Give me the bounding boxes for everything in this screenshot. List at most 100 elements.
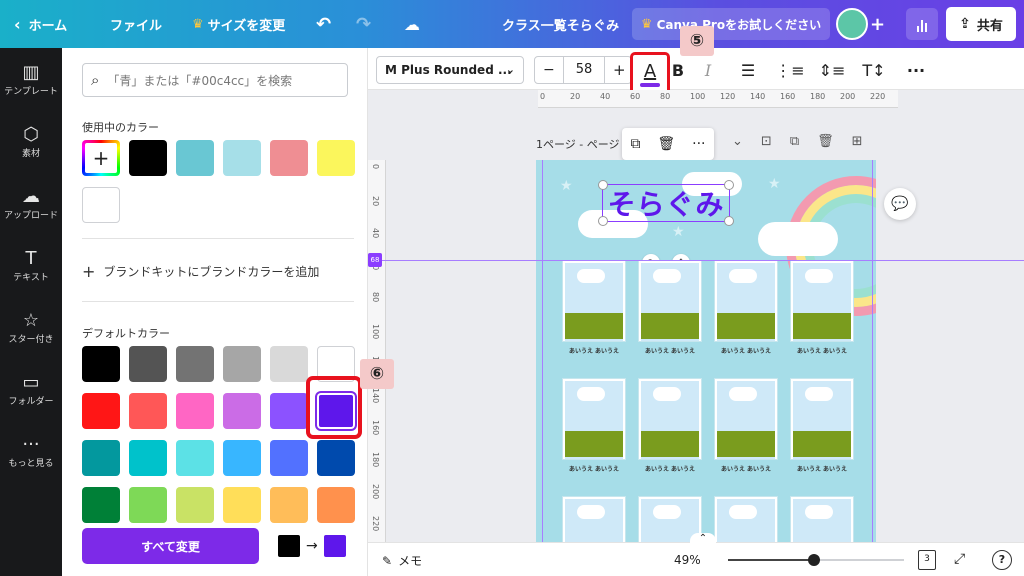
insights-button[interactable] bbox=[906, 8, 938, 40]
redo-icon[interactable]: ↷ bbox=[356, 0, 371, 48]
duplicate-icon[interactable]: ⧉ bbox=[630, 136, 640, 152]
font-size-stepper[interactable]: − 58 + bbox=[534, 56, 632, 84]
list-icon[interactable]: ⋮≡ bbox=[775, 56, 804, 84]
duplicate-page-icon[interactable]: ⧉ bbox=[790, 134, 799, 149]
resize-button[interactable]: ♛ サイズを変更 bbox=[192, 0, 285, 48]
default-color-swatch[interactable] bbox=[82, 487, 120, 523]
text-effects-icon[interactable]: T↕ bbox=[860, 56, 888, 84]
resize-handle[interactable] bbox=[724, 180, 734, 190]
default-color-swatch[interactable] bbox=[223, 440, 261, 476]
zoom-slider-thumb[interactable] bbox=[808, 554, 821, 566]
zoom-slider[interactable] bbox=[728, 554, 904, 566]
more-options-icon[interactable]: ··· bbox=[902, 56, 930, 84]
undo-icon[interactable]: ↶ bbox=[316, 0, 331, 48]
chevron-down-icon[interactable]: ⌄ bbox=[732, 134, 743, 149]
default-color-swatch[interactable] bbox=[223, 346, 261, 382]
sidebar-item-templates[interactable]: ▥ テンプレート bbox=[0, 62, 62, 97]
avatar[interactable] bbox=[836, 8, 868, 40]
sidebar-item-text[interactable]: T テキスト bbox=[0, 248, 62, 283]
lock-icon[interactable]: ⊡ bbox=[761, 134, 772, 149]
card-caption[interactable]: あいうえ あいうえ bbox=[711, 346, 781, 355]
photo-frame[interactable] bbox=[638, 260, 702, 342]
home-button[interactable]: ‹ ホーム bbox=[14, 0, 67, 48]
sidebar-item-more[interactable]: ··· もっと見る bbox=[0, 434, 62, 469]
fullscreen-icon[interactable]: ⤢ bbox=[954, 551, 965, 567]
resize-handle[interactable] bbox=[598, 216, 608, 226]
default-color-swatch[interactable] bbox=[176, 393, 214, 429]
card-caption[interactable]: あいうえ あいうえ bbox=[787, 346, 857, 355]
used-color-swatch[interactable] bbox=[223, 140, 261, 176]
apply-all-button[interactable]: すべて変更 bbox=[82, 528, 259, 564]
design-page[interactable]: ★ ★ ★ そらぐみ ⟳ ✥ あいうえ あいうえあいうえ あいうえあいうえ あい… bbox=[536, 160, 876, 542]
default-color-swatch[interactable] bbox=[223, 393, 261, 429]
photo-frame[interactable] bbox=[562, 378, 626, 460]
canvas-workspace[interactable]: 020406080100120140160180200220 020406080… bbox=[368, 90, 1024, 542]
used-color-swatch[interactable] bbox=[317, 140, 355, 176]
default-color-swatch[interactable] bbox=[82, 393, 120, 429]
notes-button[interactable]: ✎ メモ bbox=[382, 552, 422, 569]
title-text[interactable]: そらぐみ bbox=[608, 183, 725, 223]
delete-page-icon[interactable]: 🗑 bbox=[817, 134, 834, 149]
used-color-swatch[interactable] bbox=[129, 140, 167, 176]
photo-frame[interactable] bbox=[562, 260, 626, 342]
card-caption[interactable]: あいうえ あいうえ bbox=[711, 464, 781, 473]
line-spacing-icon[interactable]: ⇕≡ bbox=[818, 56, 846, 84]
decrease-size-button[interactable]: − bbox=[543, 62, 555, 78]
cloud-saved-icon[interactable]: ☁ bbox=[404, 0, 420, 48]
default-color-swatch[interactable] bbox=[270, 346, 308, 382]
sidebar-item-uploads[interactable]: ☁ アップロード bbox=[0, 186, 62, 221]
photo-frame[interactable] bbox=[638, 378, 702, 460]
italic-button[interactable]: I bbox=[694, 56, 722, 84]
bold-button[interactable]: B bbox=[664, 56, 692, 84]
default-color-swatch[interactable] bbox=[82, 440, 120, 476]
more-icon[interactable]: ··· bbox=[692, 136, 705, 152]
card-caption[interactable]: あいうえ あいうえ bbox=[559, 346, 629, 355]
card-caption[interactable]: あいうえ あいうえ bbox=[559, 464, 629, 473]
file-menu[interactable]: ファイル bbox=[110, 0, 162, 48]
add-collaborator-icon[interactable]: + bbox=[870, 14, 885, 35]
resize-handle[interactable] bbox=[724, 216, 734, 226]
font-select[interactable]: M Plus Rounded ... ⌄ bbox=[376, 56, 524, 84]
comment-button[interactable]: 💬 bbox=[884, 188, 916, 220]
resize-handle[interactable] bbox=[598, 180, 608, 190]
photo-frame[interactable] bbox=[714, 496, 778, 542]
default-color-swatch[interactable] bbox=[270, 393, 308, 429]
photo-frame[interactable] bbox=[562, 496, 626, 542]
used-color-swatch[interactable] bbox=[270, 140, 308, 176]
card-caption[interactable]: あいうえ あいうえ bbox=[635, 464, 705, 473]
add-page-icon[interactable]: ⊞ bbox=[852, 134, 863, 149]
photo-frame[interactable] bbox=[714, 378, 778, 460]
default-color-swatch[interactable] bbox=[223, 487, 261, 523]
sidebar-item-elements[interactable]: ⬡ 素材 bbox=[0, 124, 62, 159]
add-brand-colors-link[interactable]: + ブランドキットにブランドカラーを追加 bbox=[82, 262, 319, 281]
share-button[interactable]: ⇪ 共有 bbox=[946, 7, 1016, 41]
photo-frame[interactable] bbox=[790, 496, 854, 542]
default-color-swatch[interactable] bbox=[129, 346, 167, 382]
card-caption[interactable]: あいうえ あいうえ bbox=[787, 464, 857, 473]
title-text-box[interactable]: そらぐみ bbox=[598, 180, 734, 226]
font-size-value[interactable]: 58 bbox=[563, 57, 605, 83]
used-color-swatch[interactable] bbox=[82, 187, 120, 223]
default-color-swatch[interactable] bbox=[270, 440, 308, 476]
default-color-swatch[interactable] bbox=[176, 346, 214, 382]
show-pages-icon[interactable]: ⌃ bbox=[690, 533, 716, 547]
sidebar-item-starred[interactable]: ☆ スター付き bbox=[0, 310, 62, 345]
default-color-swatch[interactable] bbox=[129, 393, 167, 429]
trash-icon[interactable]: 🗑 bbox=[657, 136, 675, 152]
used-color-swatch[interactable] bbox=[176, 140, 214, 176]
help-icon[interactable]: ? bbox=[992, 550, 1012, 570]
increase-size-button[interactable]: + bbox=[613, 61, 626, 79]
photo-frame[interactable] bbox=[790, 260, 854, 342]
align-center-icon[interactable]: ☰ bbox=[734, 56, 762, 84]
page-count-button[interactable]: 3 bbox=[918, 550, 936, 570]
add-color-button[interactable]: + bbox=[82, 140, 120, 176]
sidebar-item-folders[interactable]: ▭ フォルダー bbox=[0, 372, 62, 407]
color-search-input[interactable]: ⌕ 「青」または「#00c4cc」を検索 bbox=[82, 63, 348, 97]
default-color-swatch[interactable] bbox=[317, 487, 355, 523]
default-color-swatch[interactable] bbox=[82, 346, 120, 382]
card-caption[interactable]: あいうえ あいうえ bbox=[635, 346, 705, 355]
default-color-swatch[interactable] bbox=[129, 487, 167, 523]
photo-frame[interactable] bbox=[714, 260, 778, 342]
try-pro-button[interactable]: ♛ Canva Proをお試しください bbox=[632, 8, 830, 40]
default-color-swatch[interactable] bbox=[317, 440, 355, 476]
